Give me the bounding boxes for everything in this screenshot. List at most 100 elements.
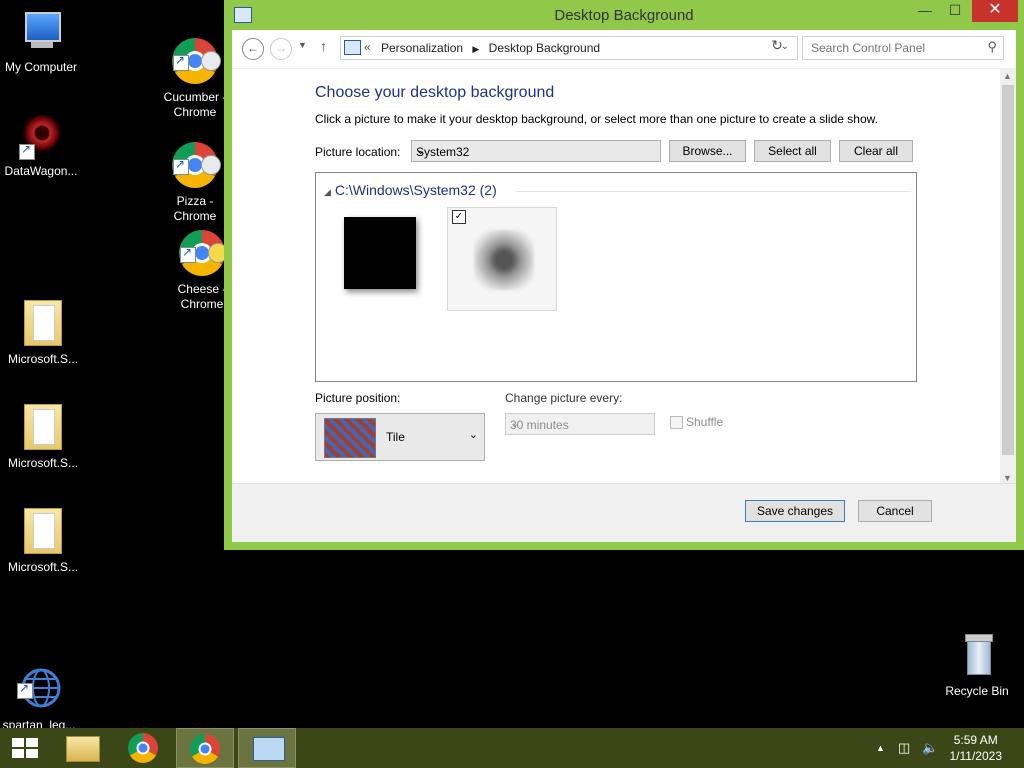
select-all-button[interactable]: Select all — [754, 140, 831, 162]
clear-all-button[interactable]: Clear all — [839, 140, 913, 162]
desktop-icon-folder-1[interactable]: Microsoft.S... — [3, 300, 83, 367]
taskbar-file-explorer[interactable] — [54, 728, 112, 768]
chevron-down-icon: ⌄ — [468, 429, 478, 441]
folder-icon — [19, 508, 67, 556]
address-bar-row: ← → ▼ ↑ « Personalization ▶ Desktop Back… — [232, 30, 1016, 69]
refresh-button[interactable]: ↻ — [766, 37, 788, 59]
cancel-button[interactable]: Cancel — [858, 500, 932, 522]
scrollbar-thumb[interactable] — [1002, 85, 1014, 455]
main-content: Choose your desktop background Click a p… — [232, 69, 1016, 489]
chrome-icon — [171, 127, 221, 188]
picture-thumbnail-selected[interactable]: ✓ — [447, 207, 557, 311]
desktop-icon-label: Microsoft.S... — [7, 456, 78, 470]
gallery-group-header[interactable]: ◢ C:\Windows\System32 (2) — [324, 182, 497, 198]
picture-gallery: ◢ C:\Windows\System32 (2) ✓ — [315, 172, 917, 382]
taskbar-chrome-profile[interactable] — [176, 728, 234, 768]
chrome-icon — [128, 733, 158, 763]
desktop-icon-datawagon[interactable]: DataWagon... — [1, 112, 81, 179]
title-bar[interactable]: Desktop Background — ☐ ✕ — [224, 0, 1024, 30]
control-panel-icon — [253, 737, 285, 761]
search-box[interactable]: ⚲ — [802, 36, 1004, 60]
chrome-icon — [190, 734, 220, 764]
breadcrumb-desktop-background[interactable]: Desktop Background — [489, 41, 600, 55]
search-input[interactable] — [809, 37, 983, 59]
breadcrumb: Personalization ▶ Desktop Background — [381, 41, 600, 55]
address-box[interactable]: « Personalization ▶ Desktop Background ⌄ — [340, 36, 798, 60]
chevron-down-icon: ⌄ — [510, 418, 520, 430]
shortcut-arrow-icon — [180, 245, 196, 263]
close-button[interactable]: ✕ — [972, 0, 1018, 22]
start-button[interactable] — [0, 728, 52, 768]
picture-image — [474, 230, 534, 290]
picture-location-select[interactable]: System32 ⌄ — [411, 140, 661, 162]
breadcrumb-personalization[interactable]: Personalization — [381, 41, 463, 55]
gallery-group-label: C:\Windows\System32 (2) — [334, 182, 497, 198]
picture-thumbnail[interactable] — [344, 217, 416, 289]
recycle-bin-icon — [953, 632, 1001, 680]
folder-icon — [19, 300, 67, 348]
desktop-icon-folder-3[interactable]: Microsoft.S... — [3, 508, 83, 575]
chrome-icon — [178, 215, 228, 276]
tile-preview-icon — [324, 418, 376, 458]
chevron-down-icon: ⌄ — [416, 145, 426, 157]
scroll-up-icon[interactable]: ▲ — [1003, 71, 1012, 81]
up-button[interactable]: ↑ — [320, 38, 327, 54]
datawagon-icon — [17, 112, 65, 160]
shortcut-arrow-icon — [173, 157, 189, 175]
desktop-icon-label: Microsoft.S... — [7, 352, 78, 366]
desktop-icon-label: Microsoft.S... — [7, 560, 78, 574]
clock-time: 5:59 AM — [953, 733, 998, 747]
profile-badge-icon — [201, 51, 221, 71]
globe-icon — [15, 651, 63, 708]
shortcut-arrow-icon — [19, 142, 35, 160]
chrome-icon — [171, 23, 221, 84]
profile-badge-icon — [201, 155, 221, 175]
minimize-button[interactable]: — — [910, 0, 940, 22]
desktop-icon-label: DataWagon... — [4, 164, 78, 178]
search-icon: ⚲ — [987, 39, 997, 54]
taskbar-chrome[interactable] — [114, 728, 172, 768]
back-button[interactable]: ← — [242, 38, 264, 60]
window-client-area: ← → ▼ ↑ « Personalization ▶ Desktop Back… — [232, 30, 1016, 542]
shuffle-checkbox[interactable] — [670, 416, 683, 429]
change-picture-label: Change picture every: — [505, 391, 623, 405]
vertical-scrollbar[interactable]: ▲ ▼ — [1000, 69, 1016, 489]
desktop-icon-my-computer[interactable]: My Computer — [1, 8, 81, 75]
picture-position-label: Picture position: — [315, 391, 401, 405]
system-clock[interactable]: 5:59 AM 1/11/2023 — [950, 732, 1003, 764]
taskbar-control-panel[interactable] — [238, 728, 296, 768]
computer-icon — [17, 8, 65, 56]
picture-checkbox[interactable]: ✓ — [452, 210, 466, 224]
shortcut-arrow-icon — [17, 681, 33, 699]
save-changes-button[interactable]: Save changes — [745, 500, 845, 522]
collapse-triangle-icon: ◢ — [324, 187, 331, 197]
desktop-icon-recycle-bin[interactable]: Recycle Bin — [937, 632, 1017, 699]
picture-position-value: Tile — [386, 430, 405, 444]
picture-position-select[interactable]: Tile ⌄ — [315, 413, 485, 461]
dialog-footer: Save changes Cancel — [232, 483, 1016, 542]
group-divider — [516, 191, 911, 192]
windows-logo-icon — [12, 738, 38, 758]
taskbar: ▲ ◫ 🔈 5:59 AM 1/11/2023 — [0, 728, 1024, 768]
desktop-icon-label: My Computer — [4, 60, 78, 74]
maximize-button[interactable]: ☐ — [940, 0, 970, 22]
window-title: Desktop Background — [554, 7, 694, 24]
shortcut-arrow-icon — [173, 53, 189, 71]
picture-location-label: Picture location: — [315, 145, 401, 159]
recent-locations-dropdown[interactable]: ▼ — [298, 40, 307, 50]
scroll-down-icon[interactable]: ▼ — [1003, 473, 1012, 483]
show-hidden-icons-button[interactable]: ▲ — [876, 743, 885, 753]
volume-icon[interactable]: 🔈 — [922, 740, 938, 756]
desktop-background-window: Desktop Background — ☐ ✕ ← → ▼ ↑ « Perso… — [224, 0, 1024, 550]
control-panel-icon — [344, 40, 361, 55]
change-picture-select[interactable]: 30 minutes ⌄ — [505, 413, 655, 435]
breadcrumb-separator-icon: ▶ — [472, 44, 480, 54]
page-subtitle: Click a picture to make it your desktop … — [315, 112, 878, 126]
shuffle-label: Shuffle — [686, 415, 724, 429]
desktop-icon-label: Recycle Bin — [945, 684, 1009, 698]
desktop-icon-folder-2[interactable]: Microsoft.S... — [3, 404, 83, 471]
network-icon[interactable]: ◫ — [898, 740, 910, 756]
forward-button[interactable]: → — [270, 38, 292, 60]
page-heading: Choose your desktop background — [315, 84, 555, 101]
browse-button[interactable]: Browse... — [669, 140, 746, 162]
